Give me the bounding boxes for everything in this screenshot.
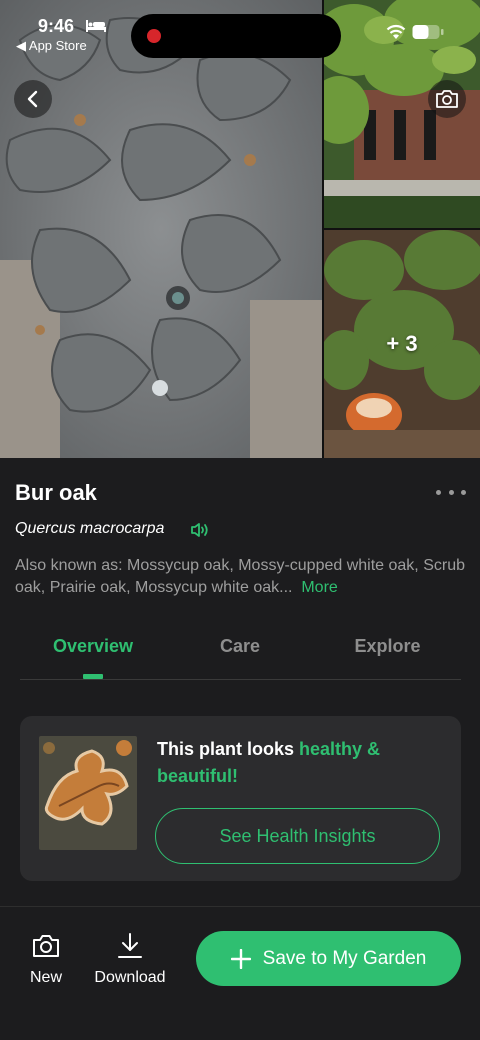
main-plant-photo[interactable]: [0, 0, 322, 458]
back-button[interactable]: [14, 80, 52, 118]
health-thumbnail: [39, 736, 137, 850]
camera-icon: [436, 90, 458, 108]
tab-overview[interactable]: Overview: [20, 636, 166, 657]
also-known-as-text: Also known as: Mossycup oak, Mossy-cuppe…: [15, 557, 465, 596]
save-to-garden-button[interactable]: Save to My Garden: [196, 931, 461, 986]
status-bar: 9:46 ◀ App Store: [0, 0, 480, 58]
more-options-button[interactable]: [436, 482, 466, 502]
see-health-insights-button[interactable]: See Health Insights: [155, 808, 440, 864]
more-dots-icon: [436, 489, 441, 495]
plus-icon: [230, 948, 251, 969]
status-time: 9:46: [38, 16, 75, 36]
health-status-prefix: This plant looks: [157, 739, 300, 759]
speaker-icon[interactable]: [190, 520, 210, 540]
photo-gallery: + 3 9:46 ◀ App Store: [0, 0, 480, 458]
bottom-action-bar: New Download Save to My Garden: [0, 906, 480, 1040]
download-button[interactable]: Download: [88, 931, 172, 987]
more-photos-count[interactable]: + 3: [324, 230, 480, 458]
save-label: Save to My Garden: [262, 947, 427, 969]
recording-indicator-icon: [147, 29, 161, 43]
health-card: This plant looks healthy & beautiful! Se…: [20, 716, 461, 881]
health-status-text: This plant looks healthy & beautiful!: [157, 736, 437, 790]
download-label: Download: [94, 969, 166, 986]
also-known-as: Also known as: Mossycup oak, Mossy-cuppe…: [15, 555, 470, 599]
download-icon: [118, 933, 142, 958]
plant-common-name: Bur oak: [15, 480, 97, 505]
tab-care[interactable]: Care: [166, 636, 314, 657]
wifi-icon: [386, 24, 406, 39]
scientific-name: Quercus macrocarpa: [15, 520, 165, 537]
tab-explore[interactable]: Explore: [314, 636, 461, 657]
new-button[interactable]: New: [20, 931, 72, 987]
battery-icon: [412, 25, 444, 39]
dynamic-island: [131, 14, 341, 58]
back-chevron-icon: [27, 90, 38, 108]
tab-bar: Overview Care Explore: [20, 626, 461, 680]
back-to-app-store-link[interactable]: ◀ App Store: [16, 38, 87, 54]
plant-photo-more[interactable]: + 3: [324, 230, 480, 458]
active-tab-indicator: [83, 674, 103, 679]
camera-icon: [33, 935, 59, 957]
camera-button[interactable]: [428, 80, 466, 118]
more-link[interactable]: More: [301, 579, 337, 596]
new-label: New: [29, 969, 62, 986]
bed-icon: [86, 20, 106, 32]
